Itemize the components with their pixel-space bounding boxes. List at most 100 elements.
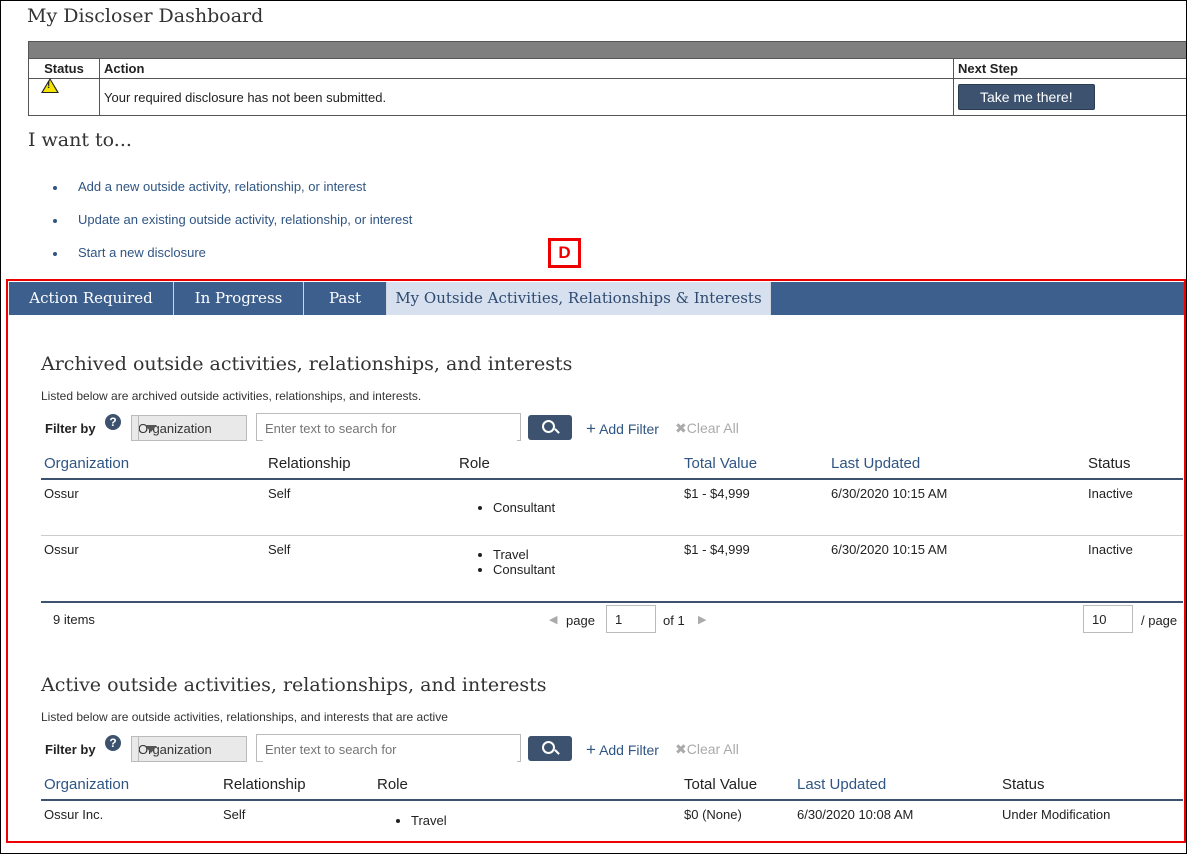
add-filter-label: Add Filter	[599, 421, 659, 437]
cell-organization: Ossur	[41, 479, 265, 536]
cell-relationship: Self	[268, 541, 291, 557]
page-frame: My Discloser Dashboard Status Action Nex…	[0, 0, 1187, 854]
annotation-marker: D	[548, 238, 581, 268]
cell-last-updated: 6/30/2020 10:15 AM	[831, 541, 948, 557]
next-step-column-header: Next Step	[953, 58, 1186, 79]
search-input[interactable]	[263, 415, 517, 441]
tab-in-progress[interactable]: In Progress	[174, 282, 304, 315]
cell-organization: Ossur Inc.	[44, 807, 104, 822]
cell-role: Travel	[374, 800, 681, 840]
archived-table: Organization Relationship Role Total Val…	[41, 451, 1183, 597]
role-item: Travel	[411, 813, 678, 828]
archived-filter-bar: Filter by ? Organization + Add Filter ✖C…	[41, 413, 781, 443]
cell-relationship: Self	[223, 807, 246, 822]
search-box	[256, 413, 521, 441]
per-page-label: / page	[1141, 613, 1178, 628]
i-want-links: Add a new outside activity, relationship…	[53, 179, 412, 278]
cell-last-updated: 6/30/2020 10:08 AM	[797, 807, 914, 822]
archived-section-subtitle: Listed below are archived outside activi…	[41, 389, 422, 403]
tab-action-required[interactable]: Action Required	[9, 282, 174, 315]
active-section-subtitle: Listed below are outside activities, rel…	[41, 710, 448, 724]
column-header-total-value[interactable]: Total Value	[681, 451, 828, 480]
active-section-title: Active outside activities, relationships…	[41, 674, 547, 696]
cell-status: Under Modification	[1002, 807, 1111, 822]
table-row[interactable]: Ossur Self Consultant $1 - $4,999 6/30/2…	[41, 479, 1183, 536]
tab-bar: Action Required In Progress Past My Outs…	[9, 282, 1184, 315]
page-label: page	[566, 613, 595, 628]
add-filter-button[interactable]: + Add Filter	[586, 419, 659, 439]
cell-relationship: Self	[265, 479, 456, 536]
page-total: of 1	[663, 613, 685, 628]
cell-total-value: $1 - $4,999	[684, 541, 750, 557]
i-want-heading: I want to...	[28, 129, 132, 151]
search-box	[256, 734, 521, 762]
status-column-header: Status	[28, 58, 100, 79]
add-filter-label: Add Filter	[599, 742, 659, 758]
active-filter-bar: Filter by ? Organization + Add Filter ✖C…	[41, 734, 781, 764]
page-title: My Discloser Dashboard	[27, 5, 264, 27]
clear-all-button[interactable]: ✖Clear All	[675, 420, 739, 437]
cell-role: Consultant	[456, 479, 681, 536]
column-header-status: Status	[1085, 451, 1183, 480]
search-input[interactable]	[263, 736, 517, 762]
per-page-input[interactable]: 10	[1083, 605, 1133, 633]
archived-pager: 9 items ◀ page 1 of 1 ▶ 10 / page	[41, 601, 1183, 643]
status-table: Status Action Next Step Your required di…	[28, 41, 1186, 116]
column-header-role: Role	[456, 451, 681, 480]
filter-by-label: Filter by	[45, 421, 96, 436]
clear-all-label: Clear All	[686, 741, 739, 757]
close-icon: ✖	[675, 420, 687, 436]
close-icon: ✖	[675, 741, 687, 757]
clear-all-button[interactable]: ✖Clear All	[675, 741, 739, 758]
prev-page-icon[interactable]: ◀	[549, 613, 557, 626]
chevron-down-icon	[138, 416, 163, 440]
plus-icon: +	[586, 740, 596, 759]
next-step-cell: Take me there!	[953, 78, 1186, 116]
tab-past[interactable]: Past	[304, 282, 387, 315]
status-table-header-bar	[28, 41, 1186, 59]
warning-icon	[41, 78, 59, 93]
help-icon[interactable]: ?	[105, 735, 121, 751]
table-row[interactable]: Ossur Self TravelConsultant $1 - $4,999 …	[41, 535, 1183, 597]
column-header-organization[interactable]: Organization	[41, 451, 265, 480]
cell-organization: Ossur	[44, 541, 79, 557]
role-item: Consultant	[493, 500, 678, 515]
item-count: 9 items	[53, 612, 95, 627]
cell-last-updated: 6/30/2020 10:15 AM	[828, 479, 1085, 536]
add-filter-button[interactable]: + Add Filter	[586, 740, 659, 760]
table-row[interactable]: Ossur Inc. Self Travel $0 (None) 6/30/20…	[41, 800, 1183, 840]
page-input[interactable]: 1	[606, 605, 656, 633]
column-header-role: Role	[374, 772, 681, 801]
clear-all-label: Clear All	[686, 420, 739, 436]
filter-field-select[interactable]: Organization	[131, 415, 247, 441]
update-activity-link[interactable]: Update an existing outside activity, rel…	[53, 212, 412, 245]
next-page-icon[interactable]: ▶	[698, 613, 706, 626]
cell-total-value: $1 - $4,999	[681, 479, 828, 536]
cell-total-value: $0 (None)	[684, 807, 742, 822]
cell-status: Inactive	[1088, 541, 1133, 557]
add-activity-link[interactable]: Add a new outside activity, relationship…	[53, 179, 412, 212]
help-icon[interactable]: ?	[105, 414, 121, 430]
cell-role: TravelConsultant	[456, 535, 681, 597]
cell-status: Inactive	[1085, 479, 1183, 536]
highlighted-region: Action Required In Progress Past My Outs…	[6, 279, 1186, 843]
search-button[interactable]	[528, 415, 572, 440]
chevron-down-icon	[138, 737, 163, 761]
active-table: Organization Relationship Role Total Val…	[41, 772, 1183, 840]
plus-icon: +	[586, 419, 596, 438]
column-header-total-value: Total Value	[681, 772, 794, 801]
column-header-last-updated[interactable]: Last Updated	[794, 772, 999, 801]
archived-section-title: Archived outside activities, relationshi…	[41, 353, 573, 375]
role-item: Consultant	[493, 562, 678, 577]
search-button[interactable]	[528, 736, 572, 761]
start-disclosure-link[interactable]: Start a new disclosure	[53, 245, 412, 278]
tab-my-outside-activities[interactable]: My Outside Activities, Relationships & I…	[387, 282, 771, 315]
column-header-last-updated[interactable]: Last Updated	[828, 451, 1085, 480]
column-header-relationship: Relationship	[265, 451, 456, 480]
take-me-there-button[interactable]: Take me there!	[958, 84, 1095, 110]
filter-by-label: Filter by	[45, 742, 96, 757]
filter-field-select[interactable]: Organization	[131, 736, 247, 762]
action-cell: Your required disclosure has not been su…	[99, 78, 954, 116]
column-header-organization[interactable]: Organization	[41, 772, 220, 801]
status-cell	[28, 78, 100, 116]
